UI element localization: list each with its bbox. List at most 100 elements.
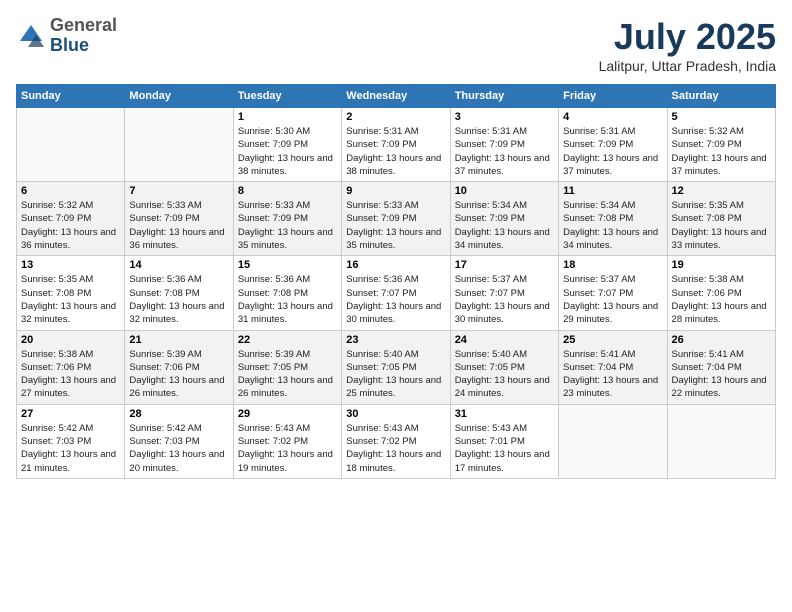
calendar-cell: 2 Sunrise: 5:31 AM Sunset: 7:09 PM Daylig… <box>342 108 450 182</box>
day-info: Sunrise: 5:31 AM Sunset: 7:09 PM Dayligh… <box>563 125 662 178</box>
day-info: Sunrise: 5:39 AM Sunset: 7:06 PM Dayligh… <box>129 348 228 401</box>
calendar-cell: 21 Sunrise: 5:39 AM Sunset: 7:06 PM Dayli… <box>125 330 233 404</box>
calendar-cell: 23Sunrise: 5:40 AM Sunset: 7:05 PM Dayli… <box>342 330 450 404</box>
day-number: 18 <box>563 259 662 271</box>
day-info: Sunrise: 5:32 AM Sunset: 7:09 PM Dayligh… <box>21 199 120 252</box>
day-info: Sunrise: 5:37 AM Sunset: 7:07 PM Dayligh… <box>563 273 662 326</box>
location: Lalitpur, Uttar Pradesh, India <box>599 58 776 74</box>
title-block: July 2025 Lalitpur, Uttar Pradesh, India <box>599 16 776 74</box>
day-info: Sunrise: 5:38 AM Sunset: 7:06 PM Dayligh… <box>672 273 771 326</box>
weekday-header: Thursday <box>450 85 558 108</box>
calendar-cell: 29 Sunrise: 5:43 AM Sunset: 7:02 PM Dayli… <box>233 404 341 478</box>
calendar-cell: 14 Sunrise: 5:36 AM Sunset: 7:08 PM Dayli… <box>125 256 233 330</box>
weekday-header: Sunday <box>17 85 125 108</box>
calendar-cell: 9Sunrise: 5:33 AM Sunset: 7:09 PM Daylig… <box>342 182 450 256</box>
calendar-cell <box>17 108 125 182</box>
day-info: Sunrise: 5:41 AM Sunset: 7:04 PM Dayligh… <box>672 348 771 401</box>
calendar-cell: 31Sunrise: 5:43 AM Sunset: 7:01 PM Dayli… <box>450 404 558 478</box>
calendar-week-row: 20 Sunrise: 5:38 AM Sunset: 7:06 PM Dayli… <box>17 330 776 404</box>
day-number: 8 <box>238 185 337 197</box>
calendar-cell <box>125 108 233 182</box>
day-number: 29 <box>238 408 337 420</box>
day-number: 9 <box>346 185 445 197</box>
calendar-cell <box>559 404 667 478</box>
calendar-cell: 5 Sunrise: 5:32 AM Sunset: 7:09 PM Daylig… <box>667 108 775 182</box>
calendar-cell: 4Sunrise: 5:31 AM Sunset: 7:09 PM Daylig… <box>559 108 667 182</box>
day-number: 21 <box>129 334 228 346</box>
day-info: Sunrise: 5:42 AM Sunset: 7:03 PM Dayligh… <box>129 422 228 475</box>
month-title: July 2025 <box>599 16 776 58</box>
calendar-cell: 7Sunrise: 5:33 AM Sunset: 7:09 PM Daylig… <box>125 182 233 256</box>
calendar-cell: 15 Sunrise: 5:36 AM Sunset: 7:08 PM Dayli… <box>233 256 341 330</box>
calendar-cell: 17Sunrise: 5:37 AM Sunset: 7:07 PM Dayli… <box>450 256 558 330</box>
day-number: 15 <box>238 259 337 271</box>
page-header: General Blue July 2025 Lalitpur, Uttar P… <box>16 16 776 74</box>
weekday-header: Tuesday <box>233 85 341 108</box>
day-info: Sunrise: 5:34 AM Sunset: 7:09 PM Dayligh… <box>455 199 554 252</box>
calendar-cell: 3Sunrise: 5:31 AM Sunset: 7:09 PM Daylig… <box>450 108 558 182</box>
day-info: Sunrise: 5:40 AM Sunset: 7:05 PM Dayligh… <box>455 348 554 401</box>
day-number: 26 <box>672 334 771 346</box>
calendar-cell: 12Sunrise: 5:35 AM Sunset: 7:08 PM Dayli… <box>667 182 775 256</box>
day-info: Sunrise: 5:38 AM Sunset: 7:06 PM Dayligh… <box>21 348 120 401</box>
day-number: 5 <box>672 111 771 123</box>
weekday-header-row: SundayMondayTuesdayWednesdayThursdayFrid… <box>17 85 776 108</box>
day-number: 14 <box>129 259 228 271</box>
logo-text: General Blue <box>50 16 117 56</box>
weekday-header: Wednesday <box>342 85 450 108</box>
day-number: 12 <box>672 185 771 197</box>
calendar-cell: 13 Sunrise: 5:35 AM Sunset: 7:08 PM Dayli… <box>17 256 125 330</box>
day-info: Sunrise: 5:31 AM Sunset: 7:09 PM Dayligh… <box>346 125 445 178</box>
day-number: 17 <box>455 259 554 271</box>
weekday-header: Friday <box>559 85 667 108</box>
day-number: 10 <box>455 185 554 197</box>
calendar-week-row: 1 Sunrise: 5:30 AM Sunset: 7:09 PM Daylig… <box>17 108 776 182</box>
calendar-cell <box>667 404 775 478</box>
day-info: Sunrise: 5:39 AM Sunset: 7:05 PM Dayligh… <box>238 348 337 401</box>
calendar-body: 1 Sunrise: 5:30 AM Sunset: 7:09 PM Daylig… <box>17 108 776 479</box>
logo-general: General <box>50 16 117 36</box>
calendar-cell: 26 Sunrise: 5:41 AM Sunset: 7:04 PM Dayli… <box>667 330 775 404</box>
calendar-week-row: 13 Sunrise: 5:35 AM Sunset: 7:08 PM Dayli… <box>17 256 776 330</box>
calendar-cell: 22 Sunrise: 5:39 AM Sunset: 7:05 PM Dayli… <box>233 330 341 404</box>
calendar-cell: 8 Sunrise: 5:33 AM Sunset: 7:09 PM Daylig… <box>233 182 341 256</box>
calendar-cell: 6 Sunrise: 5:32 AM Sunset: 7:09 PM Daylig… <box>17 182 125 256</box>
day-number: 27 <box>21 408 120 420</box>
day-info: Sunrise: 5:33 AM Sunset: 7:09 PM Dayligh… <box>129 199 228 252</box>
day-number: 13 <box>21 259 120 271</box>
calendar-cell: 16Sunrise: 5:36 AM Sunset: 7:07 PM Dayli… <box>342 256 450 330</box>
day-info: Sunrise: 5:32 AM Sunset: 7:09 PM Dayligh… <box>672 125 771 178</box>
day-number: 19 <box>672 259 771 271</box>
day-number: 20 <box>21 334 120 346</box>
day-number: 1 <box>238 111 337 123</box>
day-info: Sunrise: 5:33 AM Sunset: 7:09 PM Dayligh… <box>238 199 337 252</box>
calendar-cell: 30 Sunrise: 5:43 AM Sunset: 7:02 PM Dayli… <box>342 404 450 478</box>
calendar-cell: 28 Sunrise: 5:42 AM Sunset: 7:03 PM Dayli… <box>125 404 233 478</box>
weekday-header: Saturday <box>667 85 775 108</box>
day-number: 24 <box>455 334 554 346</box>
calendar-cell: 27Sunrise: 5:42 AM Sunset: 7:03 PM Dayli… <box>17 404 125 478</box>
day-number: 2 <box>346 111 445 123</box>
day-info: Sunrise: 5:31 AM Sunset: 7:09 PM Dayligh… <box>455 125 554 178</box>
calendar-cell: 24 Sunrise: 5:40 AM Sunset: 7:05 PM Dayli… <box>450 330 558 404</box>
day-info: Sunrise: 5:36 AM Sunset: 7:08 PM Dayligh… <box>238 273 337 326</box>
day-info: Sunrise: 5:36 AM Sunset: 7:08 PM Dayligh… <box>129 273 228 326</box>
calendar-cell: 20 Sunrise: 5:38 AM Sunset: 7:06 PM Dayli… <box>17 330 125 404</box>
calendar-header: SundayMondayTuesdayWednesdayThursdayFrid… <box>17 85 776 108</box>
day-info: Sunrise: 5:35 AM Sunset: 7:08 PM Dayligh… <box>21 273 120 326</box>
day-info: Sunrise: 5:41 AM Sunset: 7:04 PM Dayligh… <box>563 348 662 401</box>
day-info: Sunrise: 5:36 AM Sunset: 7:07 PM Dayligh… <box>346 273 445 326</box>
logo: General Blue <box>16 16 117 56</box>
calendar-cell: 18 Sunrise: 5:37 AM Sunset: 7:07 PM Dayli… <box>559 256 667 330</box>
day-info: Sunrise: 5:43 AM Sunset: 7:02 PM Dayligh… <box>238 422 337 475</box>
day-info: Sunrise: 5:30 AM Sunset: 7:09 PM Dayligh… <box>238 125 337 178</box>
day-number: 22 <box>238 334 337 346</box>
day-info: Sunrise: 5:43 AM Sunset: 7:02 PM Dayligh… <box>346 422 445 475</box>
logo-blue: Blue <box>50 36 117 56</box>
day-info: Sunrise: 5:43 AM Sunset: 7:01 PM Dayligh… <box>455 422 554 475</box>
calendar-cell: 11Sunrise: 5:34 AM Sunset: 7:08 PM Dayli… <box>559 182 667 256</box>
day-number: 28 <box>129 408 228 420</box>
day-number: 6 <box>21 185 120 197</box>
calendar-table: SundayMondayTuesdayWednesdayThursdayFrid… <box>16 84 776 479</box>
day-number: 30 <box>346 408 445 420</box>
